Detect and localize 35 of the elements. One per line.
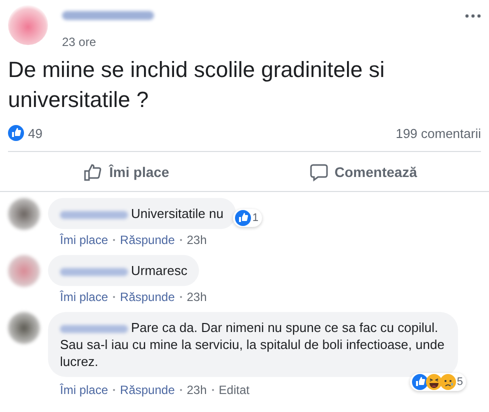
avatar[interactable]	[8, 312, 40, 344]
sad-face-icon	[440, 374, 456, 390]
speech-bubble-icon	[308, 162, 329, 182]
comment-link[interactable]: Îmi place	[60, 233, 108, 247]
post-text: De miine se inchid scolile gradinitele si universitatile ?	[7, 56, 386, 114]
more-options-icon[interactable]	[465, 14, 481, 18]
comment-link[interactable]: Răspunde	[120, 383, 175, 397]
reaction-count: 1	[252, 212, 258, 224]
like-reaction-icon	[235, 210, 252, 226]
like-count[interactable]: 49	[28, 126, 42, 140]
comment-meta: 23h	[186, 233, 207, 247]
laughing-face-icon	[426, 374, 442, 390]
thumbs-up-icon	[83, 162, 104, 182]
comment-button[interactable]: Comentează	[244, 156, 481, 188]
comment-meta: Editat	[218, 383, 250, 397]
comment-count[interactable]: 199 comentarii	[396, 126, 481, 140]
reaction-badge[interactable]: 1	[233, 209, 262, 227]
comment-link[interactable]: Răspunde	[120, 233, 175, 247]
like-reaction-icon	[8, 125, 24, 141]
comment-text: Universitatile nu	[48, 198, 236, 229]
avatar[interactable]	[8, 255, 40, 287]
post-time[interactable]: 23 ore	[62, 35, 465, 49]
comment-link[interactable]: Îmi place	[60, 383, 108, 397]
reaction-badge[interactable]: 5	[410, 373, 466, 391]
comment-link[interactable]: Răspunde	[120, 290, 175, 304]
comment-text: Urmaresc	[48, 255, 200, 286]
avatar[interactable]	[8, 5, 48, 45]
comment-meta: 23h	[186, 383, 207, 397]
like-reaction-icon	[412, 374, 428, 390]
comment-meta: 23h	[186, 290, 207, 304]
avatar[interactable]	[8, 198, 40, 230]
comment-link[interactable]: Îmi place	[60, 290, 108, 304]
like-button[interactable]: Îmi place	[8, 156, 244, 188]
reaction-count: 5	[456, 376, 463, 388]
comment-text: Pare ca da. Dar nimeni nu spune ce sa fac cu copilul. Sau sa-l iau cu mine la serviciu, la spitalul de boli infectioase, unde lucrez.	[48, 312, 458, 377]
